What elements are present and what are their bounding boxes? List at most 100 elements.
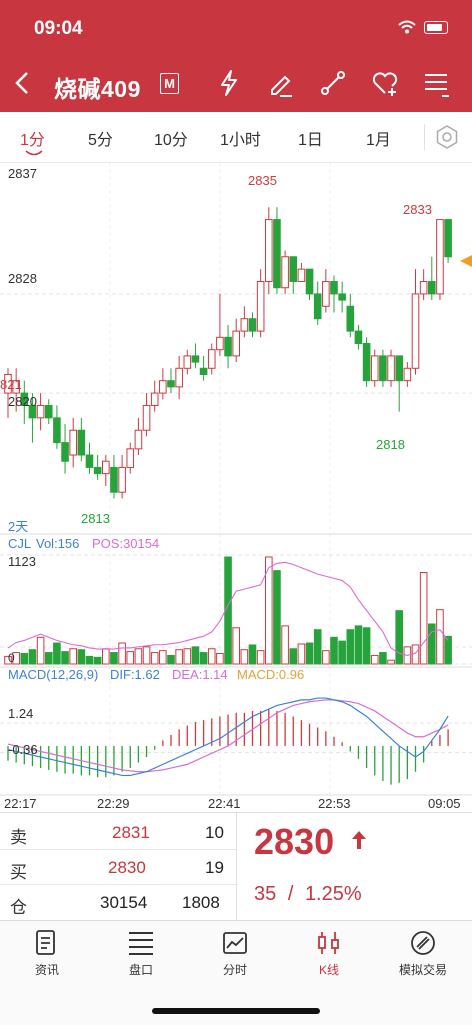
volume-bar (118, 642, 126, 665)
bottom-tab-timeshare[interactable]: 分时 (188, 929, 282, 978)
quote-row-label: 仓 (10, 898, 27, 917)
favorite-add-icon[interactable] (370, 68, 400, 98)
candle-body (207, 349, 216, 369)
bottom-tab-orderbook[interactable]: 盘口 (94, 929, 188, 978)
volume-bar (20, 653, 29, 665)
quote-row-label: 卖 (10, 828, 27, 847)
candle-body (110, 466, 118, 493)
page-title: 烧碱409 (54, 76, 141, 102)
vol-max-tick: 1123 (8, 554, 36, 569)
period-tabs: 1分 5分 10分 1小时 1日 1月 (0, 112, 472, 163)
candle-body (175, 367, 183, 388)
volume-bar (419, 572, 428, 665)
candle-body (305, 268, 314, 295)
lightning-icon[interactable] (214, 68, 244, 98)
volume-bar (273, 570, 281, 665)
price-tick-low: 2820 (8, 394, 37, 409)
volume-bar (305, 642, 314, 665)
volume-bar (240, 649, 249, 665)
candle-body (240, 318, 249, 332)
candle-body (183, 355, 192, 369)
candle-body (102, 460, 110, 475)
volume-bar (379, 652, 387, 665)
tab-10min[interactable]: 10分 (154, 126, 188, 150)
timeshare-icon (223, 932, 247, 954)
vol-legend-name: CJL (8, 536, 31, 551)
candle-body (232, 330, 240, 357)
candle-body (134, 429, 143, 450)
candle-body (36, 404, 45, 419)
candle-body (248, 318, 257, 332)
chart-grid (0, 162, 472, 796)
candle-body (346, 305, 355, 332)
time-label-5: 09:05 (428, 796, 461, 811)
candle-body (159, 380, 167, 394)
up-arrow-icon (352, 831, 366, 849)
quote-row-price: 2830 (108, 858, 146, 877)
quote-row-price: 2831 (112, 823, 150, 842)
tab-1hour[interactable]: 1小时 (220, 126, 261, 150)
tab-5min[interactable]: 5分 (88, 126, 113, 150)
quote-row-price: 30154 (100, 893, 148, 912)
candle-body (338, 293, 346, 301)
volume-bar (248, 644, 257, 665)
change-separator: / (287, 883, 294, 905)
volume-bar (159, 650, 167, 665)
menu-icon[interactable] (422, 68, 452, 98)
candle-body (85, 454, 94, 468)
home-indicator (152, 1008, 320, 1014)
current-price-marker (460, 255, 472, 267)
high-label-1: 2835 (248, 173, 277, 188)
volume-bar (142, 646, 151, 665)
vol-zero-tick: 0 (8, 651, 15, 665)
trendline-icon[interactable] (318, 68, 348, 98)
tab-1min[interactable]: 1分 (20, 126, 45, 150)
contract-month-badge: M (160, 73, 179, 94)
candle-body (150, 392, 159, 406)
bottom-tab-label: 盘口 (128, 963, 153, 977)
bottom-tab-label: 分时 (222, 963, 247, 977)
macd-legend-macd: MACD:0.96 (237, 667, 304, 682)
tab-1day[interactable]: 1日 (298, 126, 323, 150)
tab-1month[interactable]: 1月 (366, 126, 391, 150)
left-cut-label: 821 (0, 377, 22, 392)
bottom-tab-simtrade[interactable]: 模拟交易 (376, 929, 470, 978)
volume-bar (428, 623, 436, 665)
volume-bar (110, 652, 118, 665)
volume-bar (354, 625, 363, 665)
settings-icon[interactable] (434, 124, 460, 150)
back-icon[interactable] (8, 68, 38, 98)
volume-bar (175, 649, 183, 665)
candle-body (126, 448, 135, 468)
vol-legend-vol: Vol:156 (36, 536, 79, 551)
volume-bar (167, 654, 175, 665)
quote-row-label: 买 (10, 863, 27, 882)
bottom-tab-kline[interactable]: K线 (282, 929, 376, 978)
macd-tick-low: -0.36 (8, 742, 38, 757)
bottom-tab-news[interactable]: 资讯 (0, 929, 94, 978)
volume-bar (150, 652, 159, 665)
macd-legend-dif: DIF:1.62 (110, 667, 160, 682)
candle-body (265, 219, 273, 283)
volume-bar (199, 652, 208, 665)
volume-bar (444, 635, 452, 665)
volume-bar (207, 648, 216, 665)
time-label-2: 22:29 (97, 796, 130, 811)
status-time: 09:04 (34, 18, 83, 39)
low-label-2: 2818 (376, 437, 405, 452)
price-change: 35 (254, 883, 277, 905)
price-tick-mid: 2828 (8, 271, 37, 286)
volume-bar (85, 655, 94, 665)
volume-bar (297, 643, 306, 665)
candle-body (370, 355, 379, 382)
volume-bar (370, 654, 379, 665)
candle-body (256, 281, 265, 332)
price-tick-high: 2837 (8, 166, 37, 181)
kline-chart[interactable]: 2837 2828 2820 821 2835 2833 2813 2818 2… (0, 162, 472, 812)
draw-pen-icon[interactable] (266, 68, 296, 98)
candle-body (436, 219, 444, 295)
quote-row-qty: 10 (205, 823, 224, 842)
candle-body (216, 336, 224, 351)
candle-body (142, 404, 151, 431)
chart-labels: 2837 2828 2820 821 2835 2833 2813 2818 2… (0, 166, 461, 811)
